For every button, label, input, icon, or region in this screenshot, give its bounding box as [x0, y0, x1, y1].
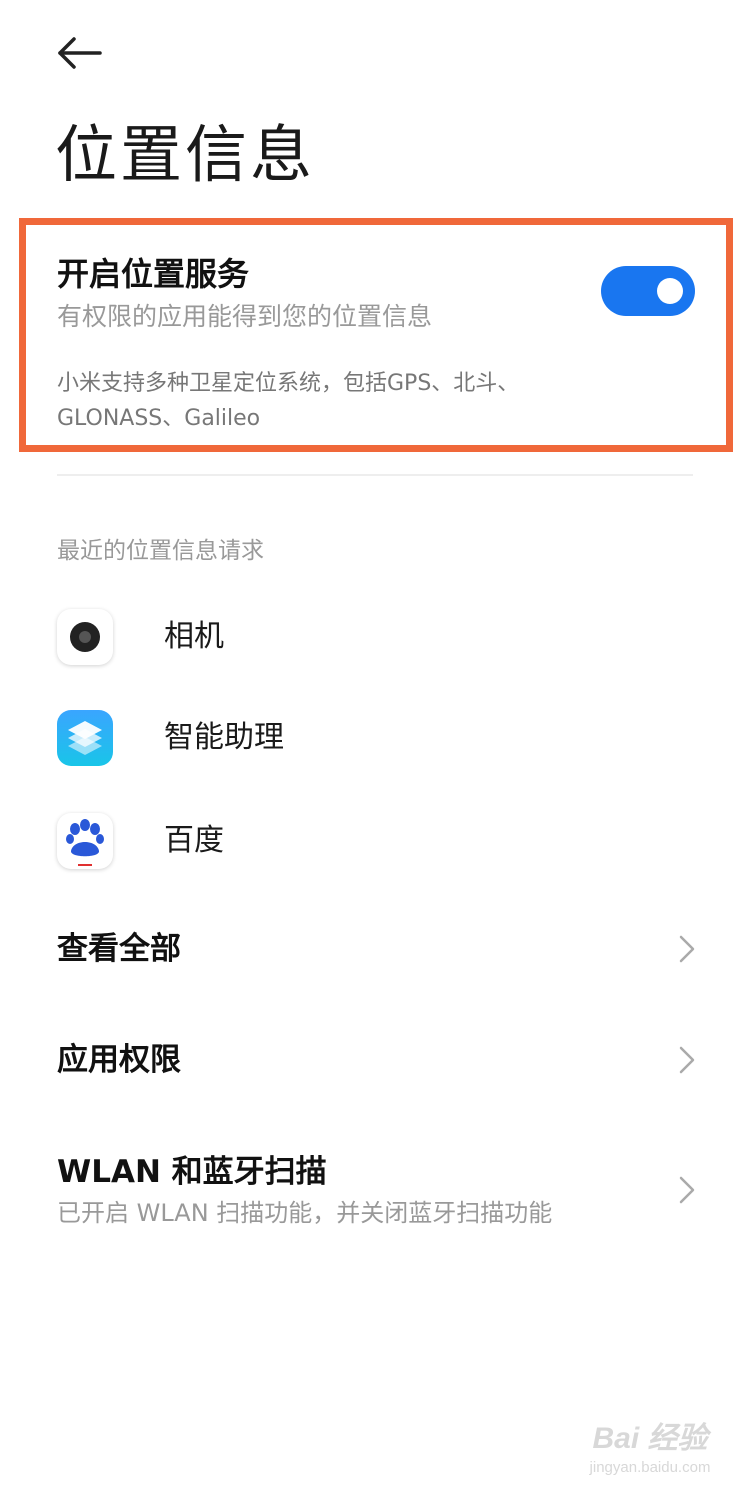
baidu-icon — [57, 813, 113, 869]
recent-app-camera[interactable]: 相机 — [57, 609, 697, 669]
app-name: 百度 — [164, 823, 224, 858]
app-name: 智能助理 — [164, 720, 284, 755]
location-service-note: 小米支持多种卫星定位系统，包括GPS、北斗、GLONASS、Galileo — [57, 371, 520, 431]
baidu-jingyan-watermark: Bai 经验 jingyan.baidu.com — [575, 1420, 725, 1490]
recent-app-baidu[interactable]: 百度 — [57, 813, 697, 873]
watermark-url: jingyan.baidu.com — [589, 1459, 711, 1476]
wlan-bluetooth-scan-item[interactable]: WLAN 和蓝牙扫描 已开启 WLAN 扫描功能，并关闭蓝牙扫描功能 — [57, 1150, 697, 1232]
app-permissions-item[interactable]: 应用权限 — [57, 1038, 697, 1082]
camera-icon — [57, 609, 113, 665]
wlan-bluetooth-scan-subtitle: 已开启 WLAN 扫描功能，并关闭蓝牙扫描功能 — [57, 1199, 553, 1227]
smart-assistant-icon — [57, 710, 113, 766]
divider — [57, 474, 693, 476]
chevron-right-icon — [679, 935, 695, 963]
watermark-main: Bai 经验 — [592, 1422, 708, 1455]
app-permissions-label: 应用权限 — [57, 1042, 181, 1078]
back-button[interactable] — [50, 28, 110, 80]
chevron-right-icon — [679, 1176, 695, 1204]
view-all-label: 查看全部 — [57, 931, 181, 967]
app-name: 相机 — [164, 619, 224, 654]
location-service-title: 开启位置服务 — [57, 255, 250, 293]
recent-app-smart-assistant[interactable]: 智能助理 — [57, 710, 697, 770]
view-all-item[interactable]: 查看全部 — [57, 927, 697, 971]
recent-requests-header: 最近的位置信息请求 — [57, 538, 264, 564]
location-service-subtitle: 有权限的应用能得到您的位置信息 — [57, 302, 433, 331]
wlan-bluetooth-scan-label: WLAN 和蓝牙扫描 — [57, 1154, 327, 1190]
location-service-toggle[interactable] — [601, 266, 695, 316]
back-arrow-icon — [58, 37, 102, 69]
page-title: 位置信息 — [55, 118, 316, 191]
toggle-knob — [657, 278, 683, 304]
chevron-right-icon — [679, 1046, 695, 1074]
